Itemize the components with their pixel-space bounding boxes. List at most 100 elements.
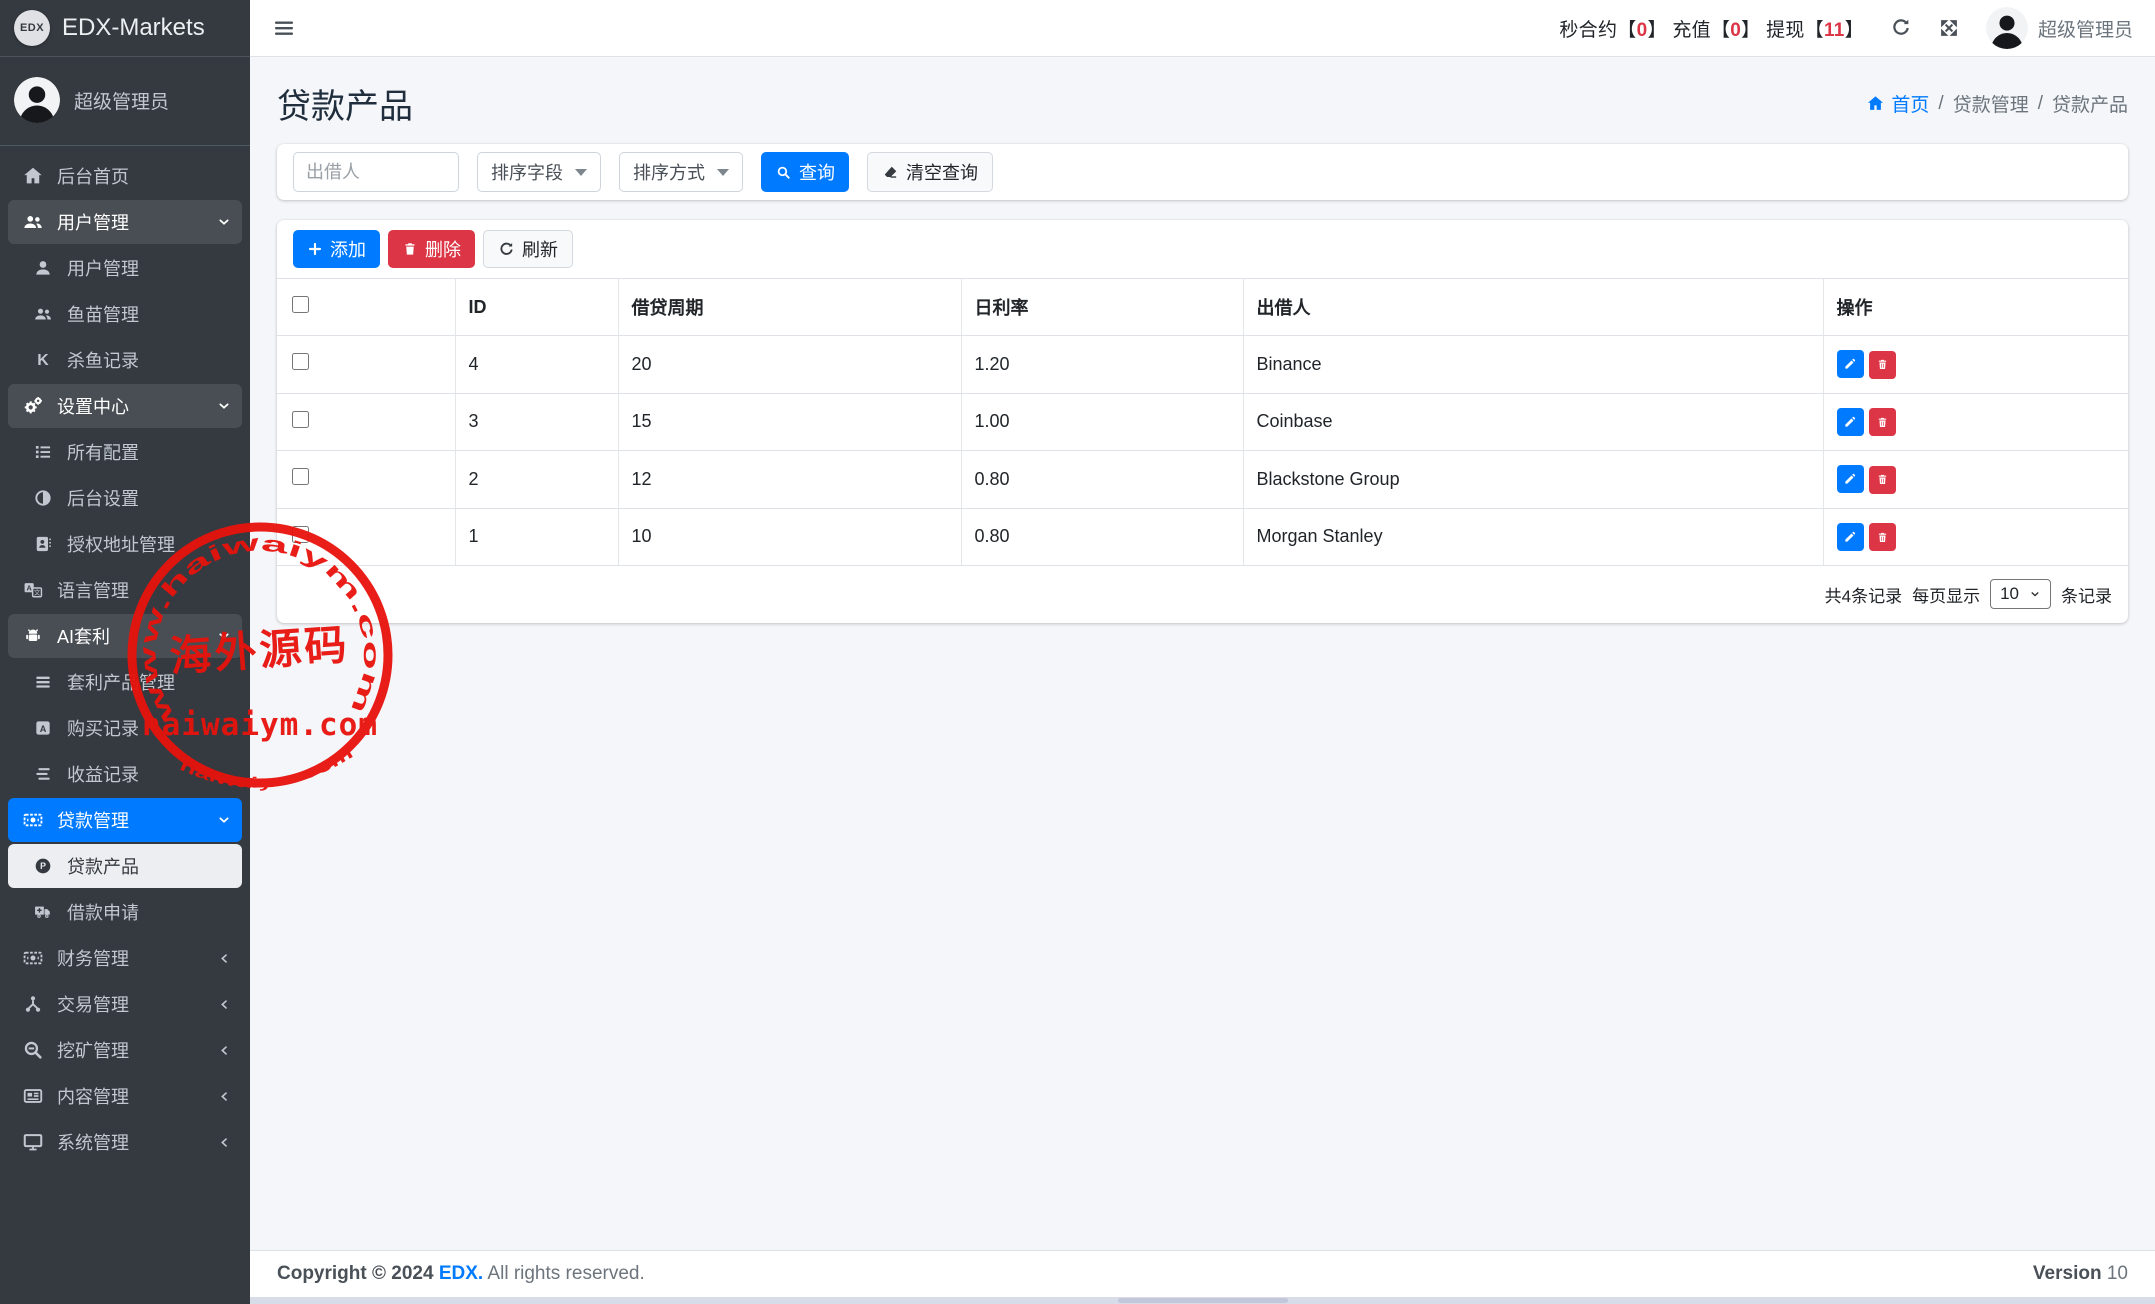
sidebar-item-arbitrage-products[interactable]: 套利产品管理 bbox=[8, 660, 242, 704]
trash-icon bbox=[1876, 358, 1889, 371]
row-checkbox[interactable] bbox=[292, 353, 309, 370]
sidebar-item-auth-address[interactable]: 授权地址管理 bbox=[8, 522, 242, 566]
hamburger-menu-icon[interactable] bbox=[272, 16, 296, 40]
cell-actions bbox=[1823, 508, 2128, 566]
chevron-down-icon bbox=[214, 398, 232, 414]
app-root: EDX EDX-Markets 超级管理员 后台首页 用户管理 用户管理 bbox=[0, 0, 2155, 1304]
row-delete-button[interactable] bbox=[1869, 351, 1896, 379]
sidebar-item-system-mgmt[interactable]: 系统管理 bbox=[8, 1120, 242, 1164]
footer-copyright: Copyright © 2024 EDX. All rights reserve… bbox=[277, 1263, 645, 1285]
delete-button[interactable]: 删除 bbox=[388, 230, 475, 268]
stat-value: 0 bbox=[1730, 20, 1741, 41]
chevron-down-icon bbox=[2029, 588, 2041, 600]
breadcrumb-separator: / bbox=[2038, 93, 2043, 115]
sidebar-item-all-config[interactable]: 所有配置 bbox=[8, 430, 242, 474]
sidebar-item-mining-mgmt[interactable]: 挖矿管理 bbox=[8, 1028, 242, 1072]
cell-lender: Morgan Stanley bbox=[1243, 508, 1823, 566]
add-button[interactable]: 添加 bbox=[293, 230, 380, 268]
svg-text:文: 文 bbox=[34, 588, 41, 597]
breadcrumb: 首页 / 贷款管理 / 贷款产品 bbox=[1866, 90, 2128, 117]
sidebar-item-language[interactable]: A文 语言管理 bbox=[8, 568, 242, 612]
sidebar-item-label: 购买记录 bbox=[67, 715, 232, 741]
search-button[interactable]: 查询 bbox=[761, 152, 849, 192]
sidebar-item-backend-settings[interactable]: 后台设置 bbox=[8, 476, 242, 520]
svg-text:A: A bbox=[40, 724, 47, 734]
sidebar-item-users[interactable]: 用户管理 bbox=[8, 246, 242, 290]
sidebar-item-trade-mgmt[interactable]: 交易管理 bbox=[8, 982, 242, 1026]
caret-down-icon bbox=[575, 169, 587, 176]
table-row: 2 12 0.80 Blackstone Group bbox=[277, 451, 2128, 509]
breadcrumb-separator: / bbox=[1938, 93, 1943, 115]
sort-field-dropdown[interactable]: 排序字段 bbox=[477, 152, 601, 192]
sidebar-item-ai-arbitrage-group[interactable]: AI套利 bbox=[8, 614, 242, 658]
cell-actions bbox=[1823, 336, 2128, 394]
row-checkbox[interactable] bbox=[292, 468, 309, 485]
edit-button[interactable] bbox=[1837, 465, 1864, 493]
sidebar-item-label: 后台设置 bbox=[67, 485, 232, 511]
column-header-daily-rate: 日利率 bbox=[961, 279, 1243, 336]
sidebar-item-user-mgmt-group[interactable]: 用户管理 bbox=[8, 200, 242, 244]
lender-search-input[interactable] bbox=[293, 152, 459, 192]
sidebar-item-purchase-records[interactable]: A 购买记录 bbox=[8, 706, 242, 750]
page-title: 贷款产品 bbox=[277, 79, 413, 128]
adjust-icon bbox=[28, 488, 58, 508]
stat-label: 充值 bbox=[1672, 20, 1711, 41]
row-delete-button[interactable] bbox=[1869, 408, 1896, 436]
sidebar-item-dashboard[interactable]: 后台首页 bbox=[8, 154, 242, 198]
edit-button[interactable] bbox=[1837, 350, 1864, 378]
clear-search-button[interactable]: 清空查询 bbox=[867, 152, 993, 192]
cell-lender: Blackstone Group bbox=[1243, 451, 1823, 509]
android-icon bbox=[18, 625, 48, 647]
sidebar-item-label: 挖矿管理 bbox=[57, 1037, 214, 1063]
breadcrumb-home-link[interactable]: 首页 bbox=[1866, 90, 1929, 117]
cell-period: 15 bbox=[618, 393, 961, 451]
cell-daily-rate: 1.20 bbox=[961, 336, 1243, 394]
caret-down-icon bbox=[717, 169, 729, 176]
users-icon bbox=[18, 211, 48, 233]
sidebar-item-content-mgmt[interactable]: 内容管理 bbox=[8, 1074, 242, 1118]
sidebar-item-profit-records[interactable]: 收益记录 bbox=[8, 752, 242, 796]
sidebar-item-settings-group[interactable]: 设置中心 bbox=[8, 384, 242, 428]
sidebar-user-panel[interactable]: 超级管理员 bbox=[0, 57, 250, 146]
main-area: 秒合约【0】 充值【0】 提现【11】 超级管理员 bbox=[250, 0, 2155, 1304]
sidebar-item-loan-products[interactable]: P 贷款产品 bbox=[8, 844, 242, 888]
svg-text:P: P bbox=[40, 861, 46, 871]
chevron-down-icon bbox=[214, 214, 232, 230]
scrollbar-thumb[interactable] bbox=[1118, 1298, 1288, 1303]
trash-icon bbox=[1876, 473, 1889, 486]
pencil-icon bbox=[1843, 530, 1857, 544]
sidebar-item-loan-mgmt-group[interactable]: 贷款管理 bbox=[8, 798, 242, 842]
plus-icon bbox=[307, 241, 323, 257]
sidebar-item-fry-mgmt[interactable]: 鱼苗管理 bbox=[8, 292, 242, 336]
navbar-user-name: 超级管理员 bbox=[2038, 15, 2133, 42]
refresh-button[interactable]: 刷新 bbox=[483, 230, 573, 268]
content-header: 贷款产品 首页 / 贷款管理 / 贷款产品 bbox=[250, 57, 2155, 144]
sidebar-user-name: 超级管理员 bbox=[74, 87, 169, 114]
row-checkbox[interactable] bbox=[292, 411, 309, 428]
row-delete-button[interactable] bbox=[1869, 466, 1896, 494]
refresh-icon[interactable] bbox=[1890, 17, 1912, 39]
sidebar-item-kill-records[interactable]: K 杀鱼记录 bbox=[8, 338, 242, 382]
row-checkbox[interactable] bbox=[292, 526, 309, 543]
per-page-select[interactable]: 10 bbox=[1990, 579, 2051, 609]
navbar-user[interactable]: 超级管理员 bbox=[1986, 7, 2133, 49]
select-all-checkbox[interactable] bbox=[292, 296, 309, 313]
sort-order-dropdown[interactable]: 排序方式 bbox=[619, 152, 743, 192]
sidebar-item-label: 授权地址管理 bbox=[67, 531, 232, 557]
row-delete-button[interactable] bbox=[1869, 523, 1896, 551]
search-minus-icon bbox=[18, 1039, 48, 1061]
svg-text:K: K bbox=[37, 352, 49, 369]
brand[interactable]: EDX EDX-Markets bbox=[0, 0, 250, 57]
table-row: 1 10 0.80 Morgan Stanley bbox=[277, 508, 2128, 566]
brand-logo-icon: EDX bbox=[14, 10, 50, 46]
sidebar-item-finance-mgmt[interactable]: 财务管理 bbox=[8, 936, 242, 980]
table-header-row: ID 借贷周期 日利率 出借人 操作 bbox=[277, 279, 2128, 336]
sidebar-item-label: 用户管理 bbox=[57, 209, 214, 235]
cell-daily-rate: 0.80 bbox=[961, 451, 1243, 509]
fullscreen-icon[interactable] bbox=[1938, 17, 1960, 39]
edit-button[interactable] bbox=[1837, 408, 1864, 436]
footer-brand-link[interactable]: EDX. bbox=[439, 1263, 483, 1284]
edit-button[interactable] bbox=[1837, 523, 1864, 551]
chevron-down-icon bbox=[214, 628, 232, 644]
sidebar-item-loan-applications[interactable]: 借款申请 bbox=[8, 890, 242, 934]
